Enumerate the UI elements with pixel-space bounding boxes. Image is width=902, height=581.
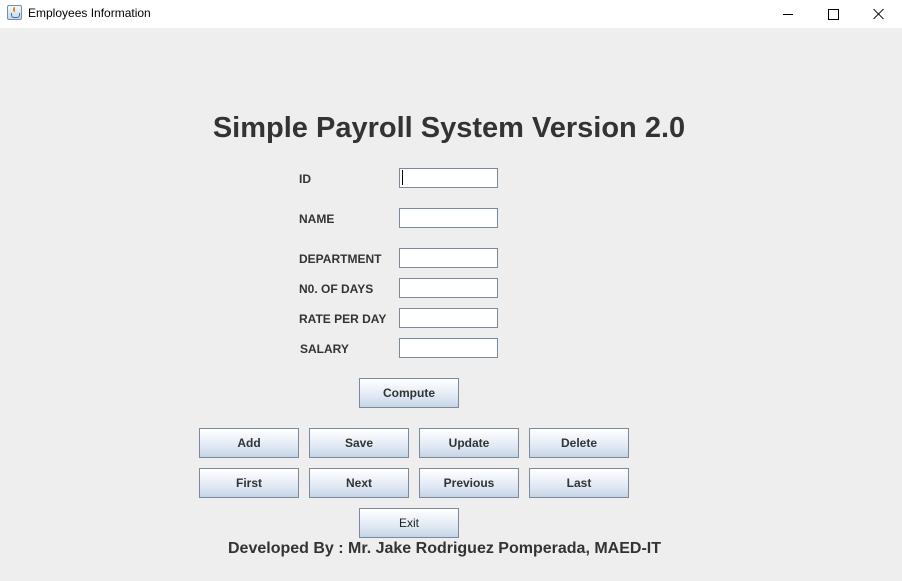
rate-field[interactable] [399, 308, 498, 328]
rate-label: RATE PER DAY [299, 312, 387, 326]
minimize-icon [783, 13, 793, 15]
close-button[interactable] [856, 0, 902, 28]
salary-label: SALARY [300, 342, 349, 356]
name-label: NAME [299, 212, 335, 226]
exit-button[interactable]: Exit [359, 508, 459, 538]
department-field[interactable] [399, 248, 498, 268]
maximize-icon [827, 8, 839, 20]
id-field[interactable] [399, 168, 498, 188]
java-coffee-cup-icon[interactable] [7, 5, 22, 20]
department-label: DEPARTMENT [299, 252, 382, 266]
developer-credit: Developed By : Mr. Jake Rodriguez Pomper… [228, 540, 661, 557]
next-button[interactable]: Next [309, 468, 409, 498]
name-field[interactable] [399, 208, 498, 228]
save-button[interactable]: Save [309, 428, 409, 458]
page-title: Simple Payroll System Version 2.0 [212, 112, 686, 144]
id-label: ID [299, 172, 311, 186]
days-label: N0. OF DAYS [299, 282, 374, 296]
salary-field[interactable] [399, 338, 498, 358]
previous-button[interactable]: Previous [419, 468, 519, 498]
last-button[interactable]: Last [529, 468, 629, 498]
minimize-button[interactable] [765, 0, 811, 28]
update-button[interactable]: Update [419, 428, 519, 458]
compute-button[interactable]: Compute [359, 378, 459, 408]
text-caret [402, 170, 403, 185]
title-bar: Employees Information [0, 0, 902, 28]
add-button[interactable]: Add [199, 428, 299, 458]
delete-button[interactable]: Delete [529, 428, 629, 458]
window-title: Employees Information [28, 6, 151, 20]
close-icon [873, 8, 885, 20]
maximize-button[interactable] [810, 0, 856, 28]
first-button[interactable]: First [199, 468, 299, 498]
days-field[interactable] [399, 278, 498, 298]
